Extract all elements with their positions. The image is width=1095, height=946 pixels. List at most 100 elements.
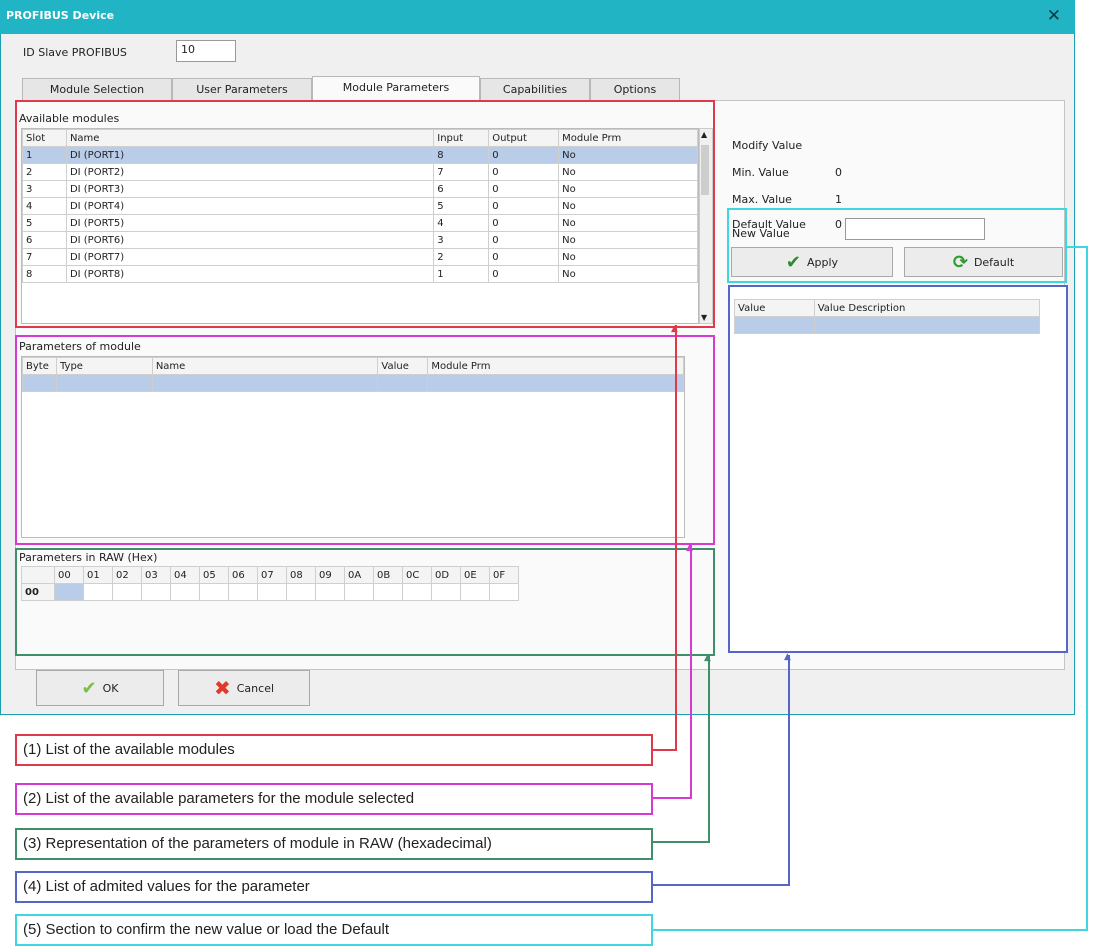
raw-column-header: 00 [54,566,84,584]
title-bar: PROFIBUS Device ✕ [0,0,1075,34]
column-header-output[interactable]: Output [488,129,560,147]
window-title: PROFIBUS Device [6,9,115,22]
scrollbar-thumb[interactable] [701,145,709,195]
available-modules-title: Available modules [19,112,120,125]
values-table: Value Value Description [734,299,1041,334]
tab-capabilities[interactable]: Capabilities [480,78,590,100]
column-header-name[interactable]: Name [65,129,435,147]
caption-available-modules: (1) List of the available modules [15,734,653,766]
column-header-module-prm[interactable]: Module Prm [427,357,684,375]
column-header-byte[interactable]: Byte [22,357,57,375]
raw-cell[interactable] [199,583,229,601]
table-row[interactable]: 6 DI (PORT6) 3 0 No [22,231,698,249]
connector-line-values-h [653,884,790,886]
new-value-input[interactable] [845,218,985,240]
ok-label: OK [102,681,119,695]
raw-cell[interactable] [344,583,374,601]
table-row[interactable]: 1 DI (PORT1) 8 0 No [22,146,698,164]
raw-column-header: 05 [199,566,229,584]
parameters-of-module-title: Parameters of module [19,340,141,353]
cancel-label: Cancel [236,681,275,695]
raw-cell[interactable] [112,583,142,601]
raw-cell[interactable] [315,583,345,601]
tab-options[interactable]: Options [590,78,680,100]
slave-id-label: ID Slave PROFIBUS [23,46,127,59]
raw-row-header: 00 [21,583,55,601]
raw-cell[interactable] [257,583,287,601]
column-header-module-prm[interactable]: Module Prm [558,129,698,147]
caption-confirm-section: (5) Section to confirm the new value or … [15,914,653,946]
raw-hex-table: 00 01 02 03 04 05 06 07 08 09 0A 0B 0C 0… [21,566,519,601]
column-header-value-description[interactable]: Value Description [813,299,1041,317]
connector-line-confirm-h [653,929,1088,931]
connector-line-confirm-top [1067,246,1087,248]
min-value: 0 [835,166,842,179]
scroll-up-icon[interactable]: ▲ [701,130,707,139]
column-header-name[interactable]: Name [151,357,379,375]
raw-cell[interactable] [286,583,316,601]
ok-button[interactable]: ✔ OK [36,670,164,706]
tab-module-selection[interactable]: Module Selection [22,78,172,100]
apply-button[interactable]: ✔ Apply [731,247,893,277]
table-row[interactable]: 3 DI (PORT3) 6 0 No [22,180,698,198]
apply-label: Apply [807,255,839,269]
raw-cell[interactable] [489,583,519,601]
admitted-values-panel: Value Value Description [728,285,1068,653]
raw-cell[interactable] [141,583,171,601]
column-header-value[interactable]: Value [734,299,815,317]
column-header-slot[interactable]: Slot [22,129,67,147]
raw-parameters-title: Parameters in RAW (Hex) [19,551,158,564]
default-button[interactable]: ⟳ Default [904,247,1063,277]
column-header-value[interactable]: Value [377,357,429,375]
close-icon[interactable]: ✕ [1047,6,1061,26]
new-value-label: New Value [732,227,790,240]
checkmark-icon: ✔ [785,251,802,273]
table-row[interactable] [22,374,684,392]
modules-scrollbar[interactable]: ▲ ▼ [699,128,713,324]
column-header-input[interactable]: Input [433,129,490,147]
raw-column-header: 0F [489,566,519,584]
raw-cell[interactable] [228,583,258,601]
raw-cell[interactable] [431,583,461,601]
table-row[interactable]: 5 DI (PORT5) 4 0 No [22,214,698,232]
raw-cell[interactable] [83,583,113,601]
raw-column-header: 01 [83,566,113,584]
raw-cell[interactable] [460,583,490,601]
raw-cell[interactable] [373,583,403,601]
raw-column-header: 0E [460,566,490,584]
cross-icon: ✖ [213,676,231,700]
arrow-up-icon: ▲ [784,652,791,662]
scroll-down-icon[interactable]: ▼ [701,313,707,322]
tab-module-parameters[interactable]: Module Parameters [312,76,480,100]
slave-id-input[interactable]: 10 [176,40,236,62]
raw-cell[interactable] [170,583,200,601]
connector-line-parameters [690,545,692,798]
modify-value-title: Modify Value [732,139,803,152]
raw-cell[interactable] [402,583,432,601]
caption-admitted-values: (4) List of admited values for the param… [15,871,653,903]
raw-parameters-panel: Parameters in RAW (Hex) 00 01 02 03 04 0… [15,548,715,656]
cancel-button[interactable]: ✖ Cancel [178,670,310,706]
tab-user-parameters[interactable]: User Parameters [172,78,312,100]
arrow-up-icon: ▲ [704,653,711,663]
raw-column-header: 02 [112,566,142,584]
available-modules-panel: Available modules Slot Name Input Output… [15,100,715,328]
caption-available-parameters: (2) List of the available parameters for… [15,783,653,815]
connector-line-parameters-h [653,797,692,799]
arrow-up-icon: ▲ [686,543,693,553]
raw-column-header: 0D [431,566,461,584]
connector-line-modules [675,325,677,750]
max-value-label: Max. Value [732,193,792,206]
table-row[interactable] [734,316,1041,334]
table-row[interactable]: 8 DI (PORT8) 1 0 No [22,265,698,283]
default-label: Default [973,255,1015,269]
table-row[interactable]: 4 DI (PORT4) 5 0 No [22,197,698,215]
table-row[interactable]: 7 DI (PORT7) 2 0 No [22,248,698,266]
raw-column-header: 06 [228,566,258,584]
raw-cell[interactable] [54,583,84,601]
raw-column-header: 0C [402,566,432,584]
raw-column-header: 04 [170,566,200,584]
column-header-type[interactable]: Type [55,357,153,375]
table-row[interactable]: 2 DI (PORT2) 7 0 No [22,163,698,181]
module-parameters-panel: Parameters of module Byte Type Name Valu… [15,335,715,545]
